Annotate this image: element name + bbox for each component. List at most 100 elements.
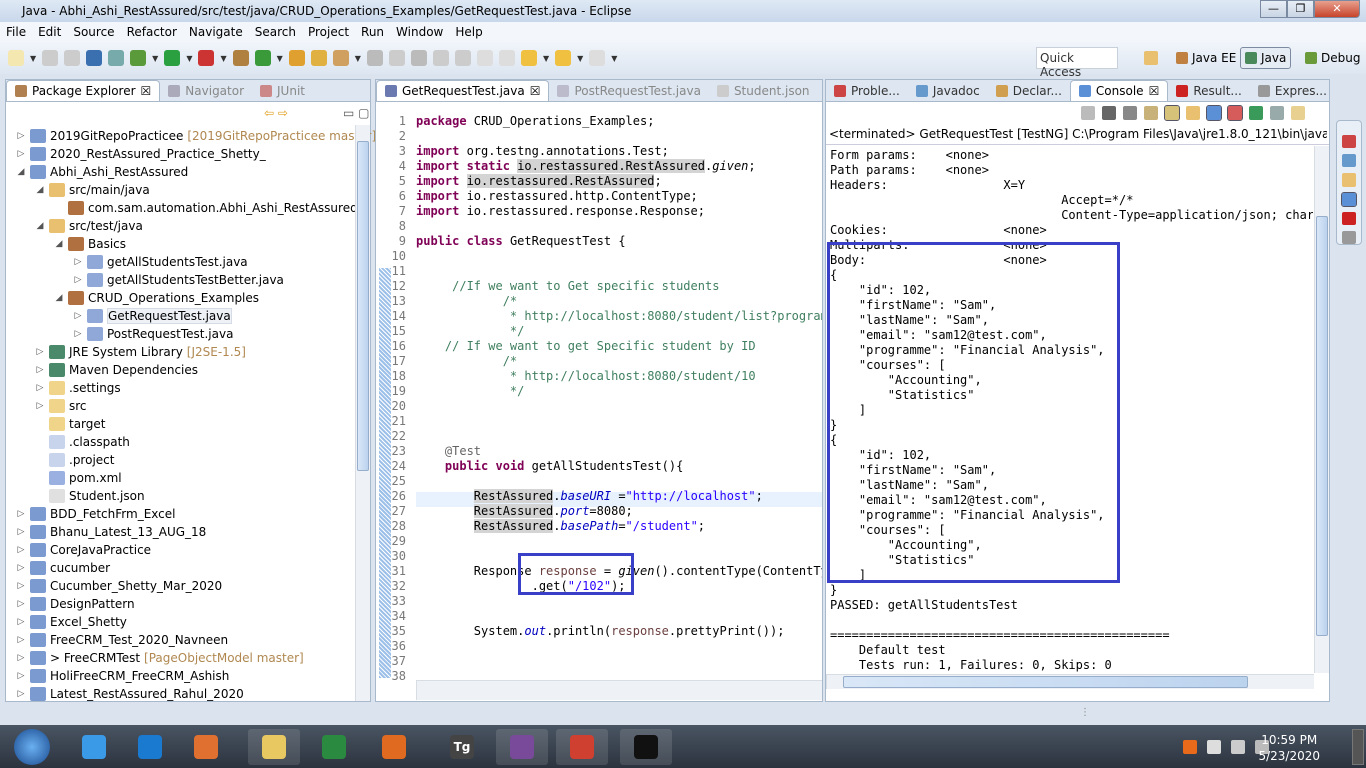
clock[interactable]: 10:59 PM 5/23/2020	[1258, 732, 1320, 764]
tree-item[interactable]: ◢ Basics	[54, 235, 126, 253]
tab-junit[interactable]: JUnit	[252, 80, 313, 101]
toolbar-button-icon-20[interactable]	[498, 50, 515, 66]
collapsed-arrow-icon[interactable]: ▷	[73, 257, 83, 267]
declaration-icon[interactable]	[1342, 173, 1356, 187]
tree-item[interactable]: com.sam.automation.Abhi_Ashi_RestAssured	[54, 199, 358, 217]
menu-project[interactable]: Project	[302, 25, 355, 39]
menu-source[interactable]: Source	[67, 25, 120, 39]
dropdown-arrow-icon[interactable]: ▼	[220, 54, 226, 63]
tab-postrequesttest-java[interactable]: PostRequestTest.java	[549, 80, 708, 101]
collapsed-arrow-icon[interactable]: ▷	[16, 599, 26, 609]
tree-item[interactable]: ◢ src/test/java	[35, 217, 143, 235]
tree-item[interactable]: ▷ HoliFreeCRM_FreeCRM_Ashish	[16, 667, 229, 685]
tree-item[interactable]: Student.json	[35, 487, 145, 505]
tree-item[interactable]: ▷ Bhanu_Latest_13_AUG_18	[16, 523, 206, 541]
tree-item[interactable]: ▷ .settings	[35, 379, 121, 397]
maximize-button[interactable]: ❐	[1287, 0, 1314, 18]
taskbar-internet-explorer[interactable]	[68, 729, 120, 765]
show-desktop-button[interactable]	[1352, 729, 1364, 765]
remove-all-icon[interactable]	[1123, 106, 1137, 120]
perspective-java[interactable]: Java	[1240, 47, 1292, 69]
tree-item[interactable]: ▷ > FreeCRMTest [PageObjectModel master]	[16, 649, 304, 667]
collapsed-arrow-icon[interactable]: ▷	[16, 149, 26, 159]
taskbar-file-explorer[interactable]	[248, 729, 300, 765]
tree-item[interactable]: ▷ FreeCRM_Test_2020_Navneen	[16, 631, 228, 649]
perspective-java-ee[interactable]: Java EE	[1172, 47, 1240, 69]
collapsed-arrow-icon[interactable]: ▷	[16, 653, 26, 663]
collapsed-arrow-icon[interactable]: ▷	[16, 635, 26, 645]
toolbar-button-icon-2[interactable]	[42, 50, 59, 66]
tree-item[interactable]: ▷ JRE System Library [J2SE-1.5]	[35, 343, 246, 361]
toolbar-button-icon-3[interactable]	[64, 50, 81, 66]
taskbar-chrome[interactable]	[556, 729, 608, 765]
tree-item[interactable]: ▷ getAllStudentsTest.java	[73, 253, 248, 271]
toolbar-button-icon-10[interactable]	[254, 50, 271, 66]
toolbar-button-icon-18[interactable]	[454, 50, 471, 66]
collapsed-arrow-icon[interactable]: ▷	[35, 347, 45, 357]
expanded-arrow-icon[interactable]: ◢	[54, 239, 64, 249]
toolbar-button-icon-5[interactable]	[108, 50, 125, 66]
collapsed-arrow-icon[interactable]: ▷	[16, 509, 26, 519]
tree-item[interactable]: ▷ cucumber	[16, 559, 110, 577]
toolbar-button-icon-19[interactable]	[476, 50, 493, 66]
collapsed-arrow-icon[interactable]: ▷	[16, 527, 26, 537]
tree-item[interactable]: .project	[35, 451, 114, 469]
tree-item[interactable]: ◢ Abhi_Ashi_RestAssured	[16, 163, 188, 181]
collapsed-arrow-icon[interactable]: ▷	[16, 671, 26, 681]
collapsed-arrow-icon[interactable]: ▷	[16, 617, 26, 627]
pin-console-icon[interactable]	[1249, 106, 1263, 120]
tree-item[interactable]: pom.xml	[35, 469, 122, 487]
taskbar-command-prompt[interactable]	[620, 729, 672, 765]
tree-item[interactable]: ▷ BDD_FetchFrm_Excel	[16, 505, 175, 523]
quick-access-input[interactable]: Quick Access	[1036, 47, 1118, 79]
toolbar-button-icon-21[interactable]	[520, 50, 537, 66]
toolbar-button-icon-12[interactable]	[310, 50, 327, 66]
taskbar-tg-app[interactable]: Tg	[436, 729, 488, 765]
taskbar-media-player[interactable]	[180, 729, 232, 765]
toolbar-button-icon-6[interactable]	[130, 50, 147, 66]
tab-result[interactable]: Result...	[1168, 80, 1250, 101]
taskbar-start-button[interactable]	[14, 729, 50, 765]
tree-item[interactable]: ▷ getAllStudentsTestBetter.java	[73, 271, 284, 289]
dropdown-arrow-icon[interactable]: ▼	[543, 54, 549, 63]
tree-item[interactable]: ▷ 2019GitRepoPracticee [2019GitRepoPractic…	[16, 127, 376, 145]
problems-icon[interactable]	[1342, 135, 1356, 149]
dropdown-arrow-icon[interactable]: ▼	[611, 54, 617, 63]
dropdown-arrow-icon[interactable]: ▼	[186, 54, 192, 63]
tab-close-icon[interactable]: ☒	[141, 84, 152, 98]
volume-icon[interactable]	[1231, 740, 1245, 754]
dropdown-arrow-icon[interactable]: ▼	[30, 54, 36, 63]
minimize-button[interactable]: —	[1260, 0, 1287, 18]
perspective-debug[interactable]: Debug	[1301, 47, 1364, 69]
remove-launch-icon[interactable]	[1102, 106, 1116, 120]
open-perspective-button[interactable]	[1140, 47, 1162, 69]
console-hscroll-thumb[interactable]	[843, 676, 1248, 688]
expanded-arrow-icon[interactable]: ◢	[54, 293, 64, 303]
menu-file[interactable]: File	[0, 25, 32, 39]
tree-item[interactable]: ▷ GetRequestTest.java	[73, 307, 232, 325]
word-wrap-icon[interactable]	[1186, 106, 1200, 120]
collapsed-arrow-icon[interactable]: ▷	[73, 311, 83, 321]
toolbar-button-icon-22[interactable]	[555, 50, 572, 66]
toolbar-button-icon-11[interactable]	[288, 50, 305, 66]
toolbar-button-icon-15[interactable]	[388, 50, 405, 66]
dropdown-arrow-icon[interactable]: ▼	[355, 54, 361, 63]
toolbar-button-icon-17[interactable]	[432, 50, 449, 66]
toolbar-button-icon-9[interactable]	[232, 50, 249, 66]
dropdown-arrow-icon[interactable]: ▼	[577, 54, 583, 63]
collapsed-arrow-icon[interactable]: ▷	[16, 545, 26, 555]
collapsed-arrow-icon[interactable]: ▷	[16, 131, 26, 141]
show-on-stdout-icon[interactable]	[1206, 105, 1222, 121]
panel-menu-icons[interactable]: ▭ ▢	[343, 106, 370, 120]
toolbar-button-icon-8[interactable]	[198, 50, 215, 66]
show-on-stderr-icon[interactable]	[1227, 105, 1243, 121]
tab-student-json[interactable]: Student.json	[709, 80, 818, 101]
editor-horizontal-scrollbar[interactable]	[416, 680, 822, 700]
tab-javadoc[interactable]: Javadoc	[908, 80, 988, 101]
display-console-icon[interactable]	[1270, 106, 1284, 120]
clear-console-icon[interactable]	[1144, 106, 1158, 120]
tree-item[interactable]: ▷ Latest_RestAssured_Rahul_2020	[16, 685, 244, 703]
collapsed-arrow-icon[interactable]: ▷	[16, 689, 26, 699]
toolbar-button-icon-23[interactable]	[589, 50, 606, 66]
tree-item[interactable]: ▷ CoreJavaPractice	[16, 541, 151, 559]
